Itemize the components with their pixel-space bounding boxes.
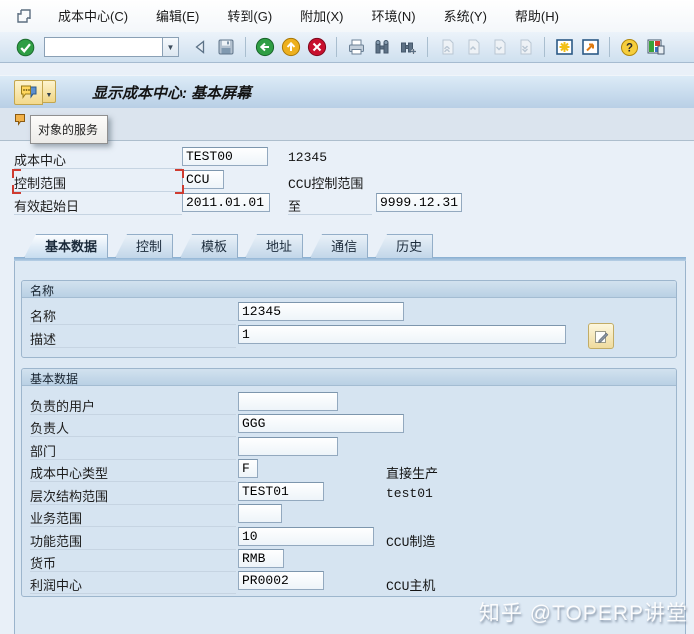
prev-page-icon xyxy=(462,35,484,59)
basic-data-group-header: 基本数据 xyxy=(22,369,676,386)
tab-history[interactable]: 历史 xyxy=(375,234,434,258)
menu-bar: 成本中心(C) 编辑(E) 转到(G) 附加(X) 环境(N) 系统(Y) 帮助… xyxy=(0,0,694,33)
hierarchy-area-note: test01 xyxy=(386,486,433,501)
tooltip-text: 对象的服务 xyxy=(38,123,99,137)
cost-center-category-label: 成本中心类型 xyxy=(30,463,236,482)
hierarchy-area-input[interactable] xyxy=(238,482,324,501)
save-icon[interactable] xyxy=(215,35,237,59)
person-responsible-input[interactable] xyxy=(238,414,404,433)
user-responsible-input[interactable] xyxy=(238,392,338,411)
toolbar-separator xyxy=(544,37,545,57)
cost-center-input[interactable] xyxy=(182,147,268,166)
valid-to-label: 至 xyxy=(288,196,372,215)
services-anchor-icon[interactable] xyxy=(14,113,26,129)
controlling-area-input[interactable] xyxy=(182,170,224,189)
toolbar-separator xyxy=(427,37,428,57)
customize-layout-icon[interactable] xyxy=(644,35,666,59)
create-shortcut-icon[interactable] xyxy=(579,35,601,59)
enter-icon[interactable] xyxy=(14,35,36,59)
new-session-icon[interactable] xyxy=(553,35,575,59)
controlling-area-label: 控制范围 xyxy=(14,173,182,192)
watermark: 知乎 @TOPERP讲堂 xyxy=(478,602,688,625)
currency-input[interactable] xyxy=(238,549,284,568)
profit-center-note: CCU主机 xyxy=(386,579,436,594)
title-bar: ▼ 显示成本中心: 基本屏幕 xyxy=(0,75,694,110)
tab-templates[interactable]: 模板 xyxy=(180,234,239,258)
find-next-icon[interactable] xyxy=(397,35,419,59)
cancel-icon[interactable] xyxy=(306,35,328,59)
print-icon[interactable] xyxy=(345,35,367,59)
menu-cost-center[interactable]: 成本中心(C) xyxy=(44,1,142,32)
services-tooltip: 对象的服务 xyxy=(30,115,108,144)
svg-text:?: ? xyxy=(625,42,632,54)
command-field-wrap: ▼ xyxy=(44,37,179,57)
toolbar-separator xyxy=(336,37,337,57)
back-triangle-icon[interactable] xyxy=(189,35,211,59)
valid-from-input[interactable] xyxy=(182,193,270,212)
tab-address[interactable]: 地址 xyxy=(245,234,304,258)
long-text-edit-button[interactable] xyxy=(588,323,614,349)
first-page-icon xyxy=(436,35,458,59)
system-menu-icon[interactable] xyxy=(16,8,32,24)
menu-system[interactable]: 系统(Y) xyxy=(430,1,501,32)
cost-center-category-note: 直接生产 xyxy=(386,467,439,482)
profit-center-label: 利润中心 xyxy=(30,575,236,594)
menu-goto[interactable]: 转到(G) xyxy=(213,1,286,32)
functional-area-note: CCU制造 xyxy=(386,535,436,550)
cost-center-label: 成本中心 xyxy=(14,150,182,169)
exit-icon[interactable] xyxy=(280,35,302,59)
standard-toolbar: ▼ ? xyxy=(0,32,694,63)
cost-center-category-input[interactable] xyxy=(238,459,258,478)
department-input[interactable] xyxy=(238,437,338,456)
command-field-dropdown-icon[interactable]: ▼ xyxy=(162,37,179,57)
controlling-area-note: CCU控制范围 xyxy=(288,177,364,192)
name-label: 名称 xyxy=(30,306,236,325)
tab-basic-data[interactable]: 基本数据 xyxy=(24,234,109,258)
functional-area-input[interactable] xyxy=(238,527,374,546)
tab-strip: 基本数据 控制 模板 地址 通信 历史 xyxy=(24,234,434,258)
back-icon[interactable] xyxy=(254,35,276,59)
menu-edit[interactable]: 编辑(E) xyxy=(142,1,213,32)
pencil-icon xyxy=(594,330,608,343)
valid-from-label: 有效起始日 xyxy=(14,196,182,215)
department-label: 部门 xyxy=(30,441,236,460)
tab-communication[interactable]: 通信 xyxy=(310,234,369,258)
last-page-icon xyxy=(514,35,536,59)
tab-control[interactable]: 控制 xyxy=(115,234,174,258)
name-input[interactable] xyxy=(238,302,404,321)
description-label: 描述 xyxy=(30,329,236,348)
command-field[interactable] xyxy=(44,37,162,57)
profit-center-input[interactable] xyxy=(238,571,324,590)
business-area-label: 业务范围 xyxy=(30,508,236,527)
services-for-object-icon xyxy=(14,80,43,105)
person-responsible-label: 负责人 xyxy=(30,418,236,437)
hierarchy-area-label: 层次结构范围 xyxy=(30,486,236,505)
toolbar-separator xyxy=(245,37,246,57)
valid-to-input[interactable] xyxy=(376,193,462,212)
description-input[interactable] xyxy=(238,325,566,344)
toolbar-separator xyxy=(609,37,610,57)
services-for-object-button[interactable]: ▼ xyxy=(14,80,56,105)
menu-environment[interactable]: 环境(N) xyxy=(358,1,430,32)
sap-gui-window: 成本中心(C) 编辑(E) 转到(G) 附加(X) 环境(N) 系统(Y) 帮助… xyxy=(0,0,694,634)
currency-label: 货币 xyxy=(30,553,236,572)
help-icon[interactable]: ? xyxy=(618,35,640,59)
functional-area-label: 功能范围 xyxy=(30,531,236,550)
page-title: 显示成本中心: 基本屏幕 xyxy=(92,85,252,102)
services-dropdown-icon[interactable]: ▼ xyxy=(43,80,56,103)
business-area-input[interactable] xyxy=(238,504,282,523)
menu-help[interactable]: 帮助(H) xyxy=(501,1,573,32)
menu-extras[interactable]: 附加(X) xyxy=(286,1,357,32)
name-group-header: 名称 xyxy=(22,281,676,298)
find-icon[interactable] xyxy=(371,35,393,59)
user-responsible-label: 负责的用户 xyxy=(30,396,236,415)
next-page-icon xyxy=(488,35,510,59)
cost-center-note: 12345 xyxy=(288,150,328,165)
